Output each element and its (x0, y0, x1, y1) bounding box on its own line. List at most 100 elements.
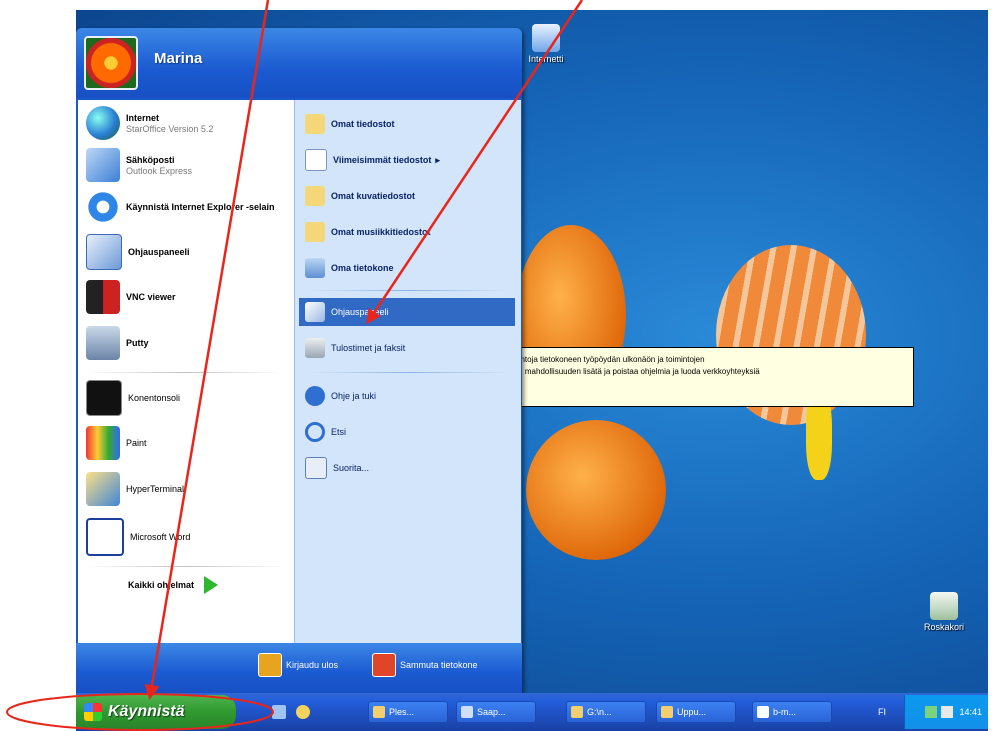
place-search[interactable]: Etsi (305, 418, 515, 446)
recycle-bin-icon (930, 592, 958, 620)
program-word[interactable]: Microsoft Word (86, 518, 190, 556)
desktop-icon-label: Internetti (528, 54, 564, 64)
pinned-programs: Internet StarOffice Version 5.2 Sähköpost… (78, 100, 294, 643)
program-title: Käynnistä Internet Explorer -selain (126, 201, 275, 212)
task-label: b-m... (773, 707, 797, 717)
place-my-computer[interactable]: Oma tietokone (305, 254, 515, 282)
place-control-panel[interactable]: Ohjauspaneeli (299, 298, 515, 326)
program-internet[interactable]: Internet StarOffice Version 5.2 (86, 106, 213, 140)
logoff-button[interactable]: Kirjaudu ulos (258, 653, 338, 677)
putty-icon (86, 326, 120, 360)
volume-icon[interactable] (941, 706, 954, 718)
shutdown-button[interactable]: Sammuta tietokone (372, 653, 478, 677)
control-panel-icon (86, 234, 122, 270)
network-icon[interactable] (925, 706, 938, 718)
program-putty[interactable]: Putty (86, 326, 149, 360)
place-my-pictures[interactable]: Omat kuvatiedostot (305, 182, 515, 210)
taskbar-task[interactable]: G:\n... (566, 701, 646, 723)
logoff-icon (258, 653, 282, 677)
menu-separator (309, 290, 509, 291)
program-email[interactable]: Sähköposti Outlook Express (86, 148, 192, 182)
program-title: Konentonsoli (128, 393, 181, 403)
windows-flag-icon (84, 703, 102, 721)
desktop-icon-internet[interactable]: Internetti (516, 24, 576, 64)
all-programs-button[interactable]: Kaikki ohjelmat (128, 576, 219, 594)
music-folder-icon (305, 222, 325, 242)
program-title: Sähköposti (126, 154, 175, 165)
menu-separator (86, 372, 286, 373)
internet-explorer-icon (86, 190, 120, 224)
word-icon (86, 518, 124, 556)
program-title: VNC viewer (126, 291, 176, 302)
place-recent-documents[interactable]: Viimeisimmät tiedostot ▸ (305, 146, 515, 174)
logoff-label: Kirjaudu ulos (286, 660, 339, 670)
place-help[interactable]: Ohje ja tuki (305, 382, 515, 410)
place-label: Ohjauspaneeli (331, 307, 389, 317)
search-icon (305, 422, 325, 442)
run-icon (305, 457, 327, 479)
my-computer-icon (305, 258, 325, 278)
task-label: Ples... (389, 707, 415, 717)
program-title: Paint (126, 438, 147, 448)
place-label: Ohje ja tuki (331, 391, 377, 401)
start-menu-footer: Kirjaudu ulos Sammuta tietokone (76, 643, 522, 693)
folder-icon (373, 706, 385, 718)
quicklaunch-ie-icon[interactable] (296, 705, 310, 719)
start-button[interactable]: Käynnistä (76, 695, 236, 729)
places-list: Omat tiedostot Viimeisimmät tiedostot ▸ … (294, 100, 521, 643)
program-control-panel[interactable]: Ohjauspaneeli (86, 234, 190, 270)
place-label: Etsi (331, 427, 347, 437)
vnc-icon (86, 280, 120, 314)
help-icon (305, 386, 325, 406)
email-icon (86, 148, 120, 182)
taskbar-task[interactable]: b-m... (752, 701, 832, 723)
place-run[interactable]: Suorita... (305, 454, 515, 482)
quicklaunch-desktop-icon[interactable] (272, 705, 286, 719)
recent-docs-icon (305, 149, 327, 171)
system-tray: 14:41 (904, 695, 988, 729)
power-icon (372, 653, 396, 677)
taskbar-task[interactable]: Saap... (456, 701, 536, 723)
program-vnc-viewer[interactable]: VNC viewer (86, 280, 176, 314)
document-icon (757, 706, 769, 718)
shutdown-label: Sammuta tietokone (400, 660, 478, 670)
folder-icon (305, 114, 325, 134)
program-paint[interactable]: Paint (86, 426, 147, 460)
program-title: Putty (126, 337, 149, 348)
start-menu-header: Marina (76, 28, 522, 98)
place-label: Omat musiikkitiedostot (331, 227, 431, 237)
place-my-documents[interactable]: Omat tiedostot (305, 110, 515, 138)
tooltip-line: ehtoja tietokoneen työpöydän ulkonäön ja… (516, 355, 705, 364)
console-icon (86, 380, 122, 416)
task-label: G:\n... (587, 707, 612, 717)
program-console[interactable]: Konentonsoli (86, 380, 180, 416)
program-title: Ohjauspaneeli (128, 246, 190, 257)
program-internet-explorer[interactable]: Käynnistä Internet Explorer -selain (86, 190, 282, 224)
desktop: Internetti Roskakori ehtoja tietokoneen … (76, 10, 988, 731)
task-label: Uppu... (677, 707, 707, 717)
hyperterminal-icon (86, 472, 120, 506)
desktop-icon-recycle-bin[interactable]: Roskakori (914, 592, 974, 632)
internet-shortcut-icon (532, 24, 560, 52)
fish-decoration (526, 420, 666, 560)
desktop-icon-label: Roskakori (923, 622, 964, 632)
place-label: Tulostimet ja faksit (331, 343, 406, 353)
clock[interactable]: 14:41 (959, 707, 982, 717)
place-my-music[interactable]: Omat musiikkitiedostot (305, 218, 515, 246)
submenu-arrow-icon: ▸ (435, 154, 440, 165)
place-label: Omat tiedostot (331, 119, 395, 129)
program-hyperterminal[interactable]: HyperTerminal (86, 472, 184, 506)
tooltip-line: n, mahdollisuuden lisätä ja poistaa ohje… (516, 367, 760, 376)
taskbar-task[interactable]: Ples... (368, 701, 448, 723)
user-name: Marina (154, 50, 203, 67)
taskbar-task[interactable]: Uppu... (656, 701, 736, 723)
pictures-folder-icon (305, 186, 325, 206)
place-printers[interactable]: Tulostimet ja faksit (305, 334, 515, 362)
folder-icon (571, 706, 583, 718)
place-label: Viimeisimmät tiedostot (333, 155, 432, 165)
user-avatar[interactable] (84, 36, 138, 90)
paint-icon (86, 426, 120, 460)
language-indicator[interactable]: FI (878, 707, 886, 717)
place-label: Omat kuvatiedostot (331, 191, 416, 201)
program-title: Internet (126, 112, 160, 123)
